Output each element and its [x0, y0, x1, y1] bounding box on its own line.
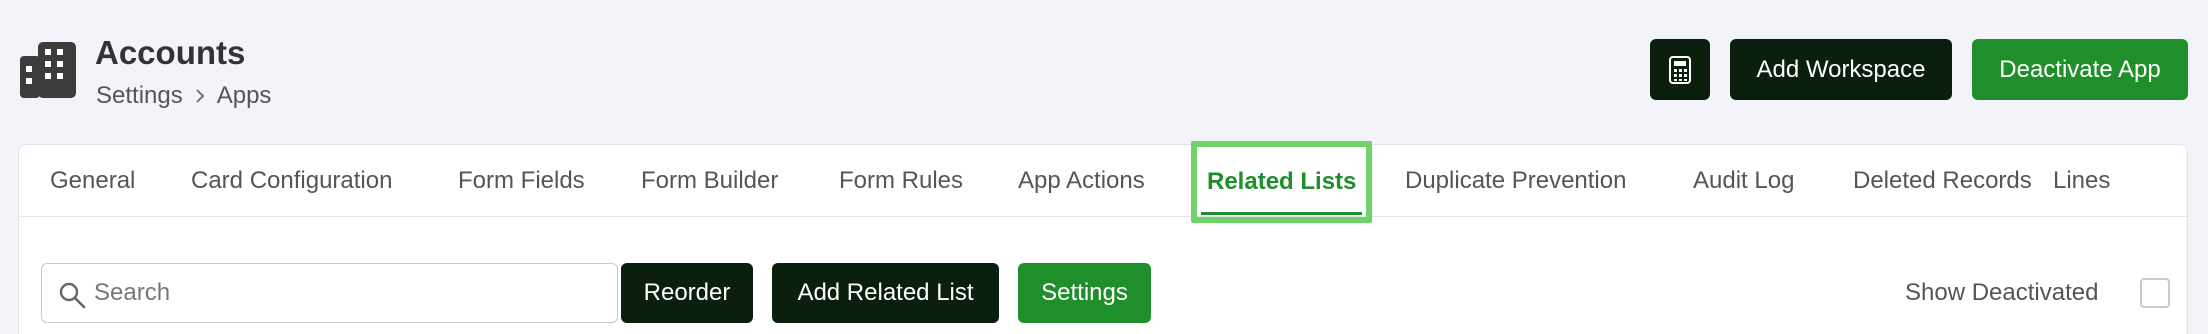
search-field[interactable] [41, 263, 618, 323]
tab-bar: General Card Configuration Form Fields F… [19, 141, 2187, 223]
building-icon [20, 42, 76, 98]
calculator-icon [1669, 55, 1691, 84]
calculator-button[interactable] [1650, 39, 1710, 100]
tab-deleted-records[interactable]: Deleted Records [1853, 145, 2032, 217]
app-settings-page: Accounts Settings Apps Add Workspace Dea… [0, 0, 2208, 334]
breadcrumb-settings[interactable]: Settings [96, 82, 183, 110]
search-input[interactable] [42, 264, 617, 322]
show-deactivated-label: Show Deactivated [1905, 279, 2099, 306]
tab-form-builder[interactable]: Form Builder [641, 145, 778, 217]
deactivate-app-button[interactable]: Deactivate App [1972, 39, 2188, 100]
tab-form-fields[interactable]: Form Fields [458, 145, 585, 217]
tab-related-lists[interactable]: Related Lists [1191, 141, 1373, 223]
settings-button[interactable]: Settings [1018, 263, 1151, 323]
breadcrumb-apps[interactable]: Apps [217, 82, 272, 110]
breadcrumb: Settings Apps [96, 82, 271, 110]
chevron-right-icon [196, 89, 204, 103]
add-related-list-button[interactable]: Add Related List [772, 263, 999, 323]
search-icon [59, 282, 86, 309]
show-deactivated-checkbox[interactable] [2140, 278, 2170, 308]
tab-lines[interactable]: Lines [2053, 145, 2110, 217]
tab-card-configuration[interactable]: Card Configuration [191, 145, 392, 217]
tab-general[interactable]: General [50, 145, 135, 217]
reorder-button[interactable]: Reorder [621, 263, 753, 323]
tab-audit-log[interactable]: Audit Log [1693, 145, 1794, 217]
content-card: General Card Configuration Form Fields F… [18, 141, 2188, 334]
add-workspace-button[interactable]: Add Workspace [1730, 39, 1952, 100]
page-title: Accounts [95, 34, 246, 71]
tab-form-rules[interactable]: Form Rules [839, 145, 963, 217]
tab-app-actions[interactable]: App Actions [1018, 145, 1145, 217]
tab-duplicate-prevention[interactable]: Duplicate Prevention [1405, 145, 1626, 217]
